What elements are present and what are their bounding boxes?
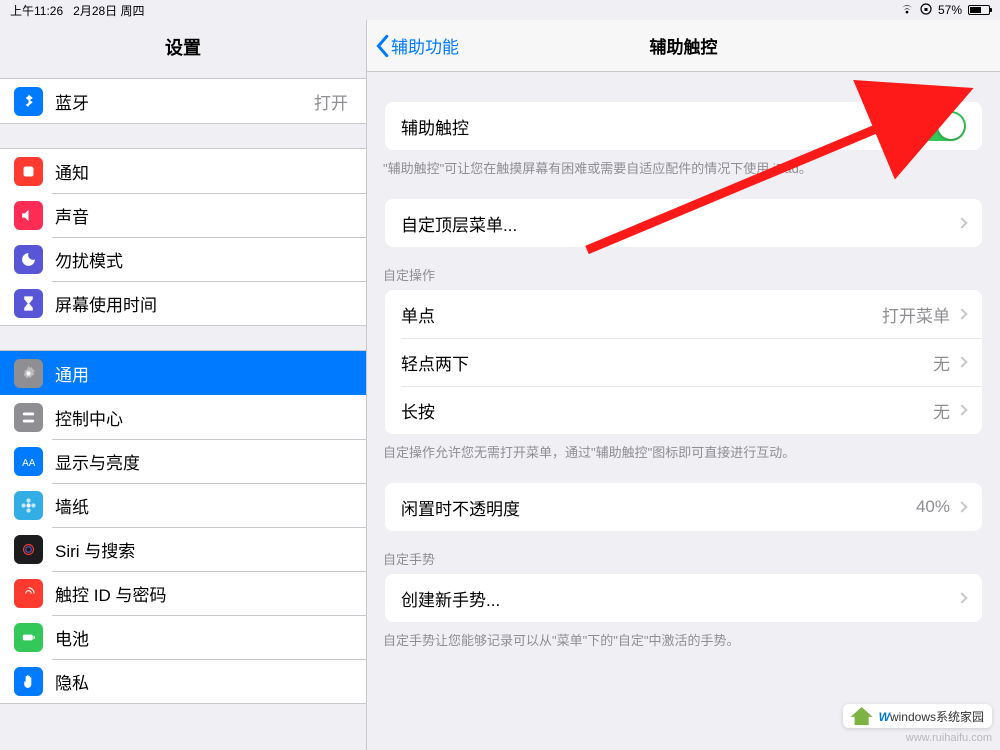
sidebar-item-value: 打开 (314, 89, 348, 114)
watermark: www.ruihaifu.com (906, 732, 992, 744)
battery-icon (14, 623, 43, 652)
customize-top-menu-row[interactable]: 自定顶层菜单... (385, 199, 982, 247)
gear-icon (14, 359, 43, 388)
battery-icon (968, 5, 990, 15)
sidebar-item-label: 声音 (55, 203, 352, 228)
sidebar-item-label: Siri 与搜索 (55, 537, 352, 562)
chevron-right-icon (956, 356, 967, 367)
sidebar-item-wallpaper[interactable]: 墙纸 (0, 483, 366, 527)
cell-value: 无 (933, 350, 950, 375)
speaker-icon (14, 201, 43, 230)
double-tap-row[interactable]: 轻点两下 无 (385, 338, 982, 386)
sidebar-item-label: 隐私 (55, 669, 352, 694)
detail-title: 辅助触控 (650, 33, 718, 58)
cell-label: 自定顶层菜单... (401, 211, 958, 236)
chevron-right-icon (956, 217, 967, 228)
orientation-lock-icon (920, 3, 932, 18)
sidebar-item-notifications[interactable]: 通知 (0, 149, 366, 193)
idle-opacity-row[interactable]: 闲置时不透明度 40% (385, 483, 982, 531)
long-press-row[interactable]: 长按 无 (385, 386, 982, 434)
cell-label: 长按 (401, 398, 933, 423)
cell-label: 创建新手势... (401, 586, 958, 611)
sidebar-item-general[interactable]: 通用 (0, 351, 366, 395)
sidebar-item-siri[interactable]: Siri 与搜索 (0, 527, 366, 571)
chevron-right-icon (956, 308, 967, 319)
back-button[interactable]: 辅助功能 (373, 33, 459, 58)
back-label: 辅助功能 (391, 33, 459, 58)
flower-icon (14, 491, 43, 520)
wifi-icon (900, 3, 914, 17)
toggle-footer: "辅助触控"可让您在触摸屏幕有困难或需要自适应配件的情况下使用 iPad。 (367, 150, 1000, 199)
branding-text: windows系统家园 (890, 710, 984, 724)
assistive-touch-toggle-row[interactable]: 辅助触控 (385, 102, 982, 150)
sidebar-item-label: 通知 (55, 159, 352, 184)
chevron-left-icon (373, 34, 391, 58)
hourglass-icon (14, 289, 43, 318)
bluetooth-icon (14, 87, 43, 116)
settings-sidebar: 设置 蓝牙 打开 通知 声音 勿扰模式 (0, 20, 367, 750)
moon-icon (14, 245, 43, 274)
text-size-icon: AA (14, 447, 43, 476)
toggles-icon (14, 403, 43, 432)
chevron-right-icon (956, 404, 967, 415)
sidebar-item-dnd[interactable]: 勿扰模式 (0, 237, 366, 281)
sidebar-item-label: 控制中心 (55, 405, 352, 430)
hand-icon (14, 667, 43, 696)
toggle-label: 辅助触控 (401, 114, 916, 139)
sidebar-item-label: 通用 (55, 361, 352, 386)
status-battery-pct: 57% (938, 3, 962, 17)
branding-w: W (879, 710, 890, 724)
notification-icon (14, 157, 43, 186)
sidebar-item-privacy[interactable]: 隐私 (0, 659, 366, 703)
create-gesture-row[interactable]: 创建新手势... (385, 574, 982, 622)
gestures-footer: 自定手势让您能够记录可以从"菜单"下的"自定"中激活的手势。 (367, 622, 1000, 671)
cell-value: 40% (916, 497, 950, 517)
status-time: 上午11:26 (10, 2, 63, 19)
sidebar-item-screentime[interactable]: 屏幕使用时间 (0, 281, 366, 325)
cell-value: 无 (933, 398, 950, 423)
detail-header: 辅助功能 辅助触控 (367, 20, 1000, 72)
sidebar-title: 设置 (0, 20, 366, 78)
sidebar-item-touchid[interactable]: 触控 ID 与密码 (0, 571, 366, 615)
cell-label: 轻点两下 (401, 350, 933, 375)
house-icon (851, 707, 873, 725)
sidebar-item-control-center[interactable]: 控制中心 (0, 395, 366, 439)
custom-gestures-header: 自定手势 (367, 549, 1000, 574)
sidebar-item-label: 电池 (55, 625, 352, 650)
cell-label: 闲置时不透明度 (401, 495, 916, 520)
status-bar: 上午11:26 2月28日 周四 57% (0, 0, 1000, 20)
sidebar-item-display[interactable]: AA 显示与亮度 (0, 439, 366, 483)
sidebar-item-bluetooth[interactable]: 蓝牙 打开 (0, 79, 366, 123)
detail-panel: 辅助功能 辅助触控 辅助触控 "辅助触控"可让您在触摸屏幕有困难或需要自适应配件… (367, 20, 1000, 750)
sidebar-item-label: 屏幕使用时间 (55, 291, 352, 316)
cell-label: 单点 (401, 302, 882, 327)
actions-footer: 自定操作允许您无需打开菜单，通过"辅助触控"图标即可直接进行互动。 (367, 434, 1000, 483)
sidebar-item-label: 墙纸 (55, 493, 352, 518)
cell-value: 打开菜单 (882, 302, 950, 327)
sidebar-item-label: 蓝牙 (55, 89, 314, 114)
sidebar-item-sounds[interactable]: 声音 (0, 193, 366, 237)
single-tap-row[interactable]: 单点 打开菜单 (385, 290, 982, 338)
sidebar-item-label: 显示与亮度 (55, 449, 352, 474)
siri-icon (14, 535, 43, 564)
sidebar-item-label: 触控 ID 与密码 (55, 581, 352, 606)
status-date: 2月28日 周四 (73, 2, 144, 19)
custom-actions-header: 自定操作 (367, 265, 1000, 290)
svg-text:AA: AA (22, 457, 36, 468)
fingerprint-icon (14, 579, 43, 608)
chevron-right-icon (956, 501, 967, 512)
sidebar-item-label: 勿扰模式 (55, 247, 352, 272)
chevron-right-icon (956, 592, 967, 603)
sidebar-item-battery[interactable]: 电池 (0, 615, 366, 659)
branding-badge: Wwindows系统家园 (843, 704, 992, 728)
assistive-touch-toggle[interactable] (916, 111, 966, 141)
